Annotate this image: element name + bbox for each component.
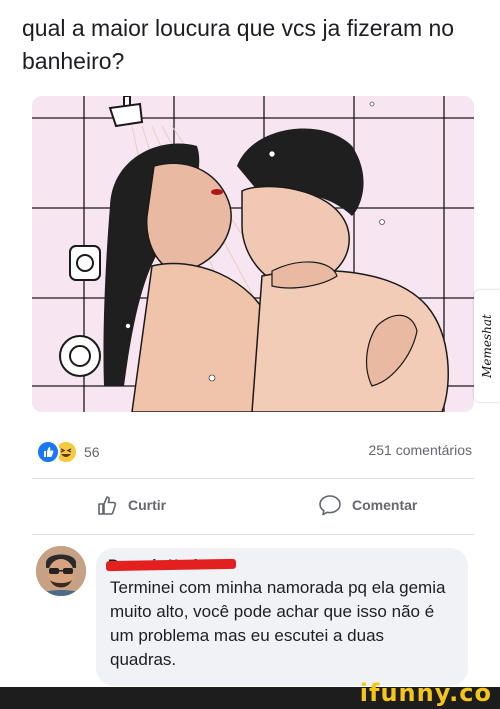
thumbs-up-icon	[98, 496, 117, 515]
ifunny-logo: ifunny.co	[359, 679, 492, 707]
comment-bubble: Romario Xavier Terminei com minha namora…	[96, 548, 468, 686]
watermark-text: Memeshat	[480, 314, 495, 378]
comments-count[interactable]: 251 comentários	[368, 442, 472, 458]
like-label: Curtir	[128, 497, 167, 513]
watermark-tab: Memeshat	[474, 290, 500, 402]
comment-label: Comentar	[352, 497, 418, 513]
avatar[interactable]	[36, 546, 86, 596]
comment-text: Terminei com minha namorada pq ela gemia…	[110, 578, 446, 669]
divider	[32, 478, 474, 479]
post-text: qual a maior loucura que vcs ja fizeram …	[22, 15, 455, 74]
divider	[32, 534, 474, 535]
redaction-bar	[105, 558, 237, 572]
like-button[interactable]: Curtir	[96, 494, 166, 516]
comment-icon	[319, 495, 341, 516]
reaction-count: 56	[84, 444, 100, 460]
reaction-summary[interactable]: 56	[36, 440, 100, 464]
post-image[interactable]	[32, 96, 474, 412]
comment-button[interactable]: Comentar	[318, 494, 417, 516]
shower-illustration	[32, 96, 474, 412]
like-icon	[36, 440, 60, 464]
